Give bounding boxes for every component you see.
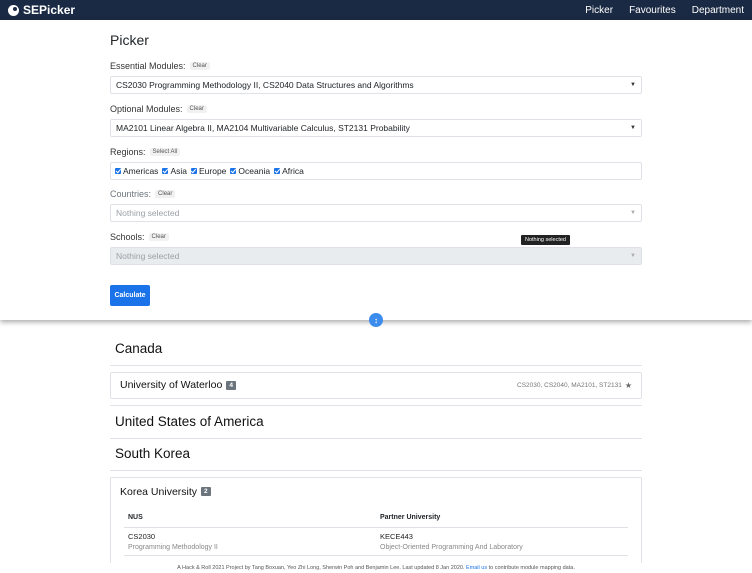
countries-select[interactable]: Nothing selected ▼ <box>110 204 642 222</box>
table-row: CS2030 Programming Methodology II KECE44… <box>124 528 628 556</box>
match-count-badge: 2 <box>201 487 211 496</box>
checkbox-checked-icon[interactable] <box>230 168 237 174</box>
region-americas[interactable]: Americas <box>115 166 158 176</box>
university-header[interactable]: University of Waterloo 4 CS2030, CS2040,… <box>111 373 641 397</box>
schools-clear-button[interactable]: Clear <box>148 233 169 241</box>
schools-placeholder: Nothing selected <box>116 251 180 261</box>
university-card-waterloo[interactable]: University of Waterloo 4 CS2030, CS2040,… <box>110 372 642 399</box>
region-label: Europe <box>198 166 227 176</box>
countries-label-text: Countries: <box>110 189 152 199</box>
essential-label-text: Essential Modules: <box>110 61 186 71</box>
optional-modules-label: Optional Modules: Clear <box>110 104 207 114</box>
divider <box>110 470 642 471</box>
country-title-usa: United States of America <box>115 414 264 429</box>
nav-links: Picker Favourites Department <box>569 5 744 16</box>
essential-modules-value: CS2030 Programming Methodology II, CS204… <box>116 80 414 90</box>
brand[interactable]: SEPicker <box>8 3 75 17</box>
nus-module-name: Programming Methodology II <box>128 544 218 551</box>
regions-checkbox-group: Americas Asia Europe Oceania Africa <box>110 162 642 180</box>
footer-suffix: to contribute module mapping data. <box>488 565 575 571</box>
table-header-row: NUS Partner University <box>124 508 628 528</box>
footer-text: A Hack & Roll 2021 Project by Tang Boxua… <box>177 565 465 571</box>
checkbox-checked-icon[interactable] <box>162 168 169 174</box>
module-mapping-table: NUS Partner University CS2030 Programmin… <box>124 508 628 556</box>
partner-module-name: Object-Oriented Programming And Laborato… <box>380 544 523 551</box>
matched-modules: CS2030, CS2040, MA2101, ST2131 <box>517 381 622 389</box>
region-label: Americas <box>123 166 159 176</box>
caret-down-icon: ▼ <box>630 210 636 216</box>
partner-module-cell: KECE443 Object-Oriented Programming And … <box>376 532 628 551</box>
picker-panel: Picker Essential Modules: Clear CS2030 P… <box>0 20 752 320</box>
nus-module-code: CS2030 <box>128 532 156 541</box>
divider <box>110 405 642 406</box>
optional-label-text: Optional Modules: <box>110 104 183 114</box>
divider <box>110 438 642 439</box>
calculate-button[interactable]: Calculate <box>110 285 150 306</box>
table-header-partner: Partner University <box>380 514 441 521</box>
schools-label: Schools: Clear <box>110 232 169 242</box>
essential-modules-label: Essential Modules: Clear <box>110 61 210 71</box>
nav-link-favourites[interactable]: Favourites <box>629 5 676 16</box>
logo-icon <box>8 4 19 16</box>
country-title-south-korea: South Korea <box>115 446 191 461</box>
nav-link-picker[interactable]: Picker <box>585 5 613 16</box>
region-europe[interactable]: Europe <box>190 166 227 176</box>
countries-clear-button[interactable]: Clear <box>155 190 176 198</box>
region-asia[interactable]: Asia <box>162 166 187 176</box>
university-name: Korea University <box>120 485 198 498</box>
regions-select-all-button[interactable]: Select All <box>149 148 181 156</box>
tooltip: Nothing selected <box>521 235 570 245</box>
region-label: Oceania <box>238 166 271 176</box>
partner-module-code: KECE443 <box>380 532 413 541</box>
footer: A Hack & Roll 2021 Project by Tang Boxua… <box>0 563 752 573</box>
schools-label-text: Schools: <box>110 232 145 242</box>
regions-label: Regions: Select All <box>110 147 181 157</box>
divider <box>110 365 642 366</box>
schools-select[interactable]: Nothing selected ▼ <box>110 247 642 265</box>
regions-label-text: Regions: <box>110 147 146 157</box>
university-header[interactable]: Korea University 2 <box>111 478 641 505</box>
caret-down-icon: ▼ <box>630 125 636 131</box>
optional-modules-select[interactable]: MA2101 Linear Algebra II, MA2104 Multiva… <box>110 119 642 137</box>
match-count-badge: 4 <box>226 380 236 390</box>
brand-name: SEPicker <box>23 3 76 17</box>
optional-modules-value: MA2101 Linear Algebra II, MA2104 Multiva… <box>116 123 410 133</box>
optional-clear-button[interactable]: Clear <box>186 105 207 113</box>
region-label: Africa <box>282 166 304 176</box>
university-name: University of Waterloo <box>120 379 223 391</box>
nus-module-cell: CS2030 Programming Methodology II <box>124 532 376 551</box>
checkbox-checked-icon[interactable] <box>190 168 197 174</box>
caret-down-icon: ▼ <box>630 82 636 88</box>
countries-label: Countries: Clear <box>110 189 176 199</box>
navbar: SEPicker Picker Favourites Department <box>0 0 752 20</box>
region-label: Asia <box>170 166 187 176</box>
country-title-canada: Canada <box>115 341 163 356</box>
checkbox-checked-icon[interactable] <box>115 168 121 174</box>
region-africa[interactable]: Africa <box>274 166 304 176</box>
expand-collapse-icon[interactable]: ↕ <box>369 313 383 327</box>
countries-placeholder: Nothing selected <box>116 208 180 218</box>
star-icon[interactable]: ★ <box>625 381 632 390</box>
caret-down-icon: ▼ <box>630 253 636 259</box>
checkbox-checked-icon[interactable] <box>274 168 281 174</box>
email-link[interactable]: Email us <box>466 565 487 571</box>
page-title: Picker <box>110 32 149 48</box>
essential-clear-button[interactable]: Clear <box>189 62 210 70</box>
region-oceania[interactable]: Oceania <box>230 166 270 176</box>
essential-modules-select[interactable]: CS2030 Programming Methodology II, CS204… <box>110 76 642 94</box>
table-header-nus: NUS <box>128 514 143 521</box>
nav-link-department[interactable]: Department <box>692 5 744 16</box>
